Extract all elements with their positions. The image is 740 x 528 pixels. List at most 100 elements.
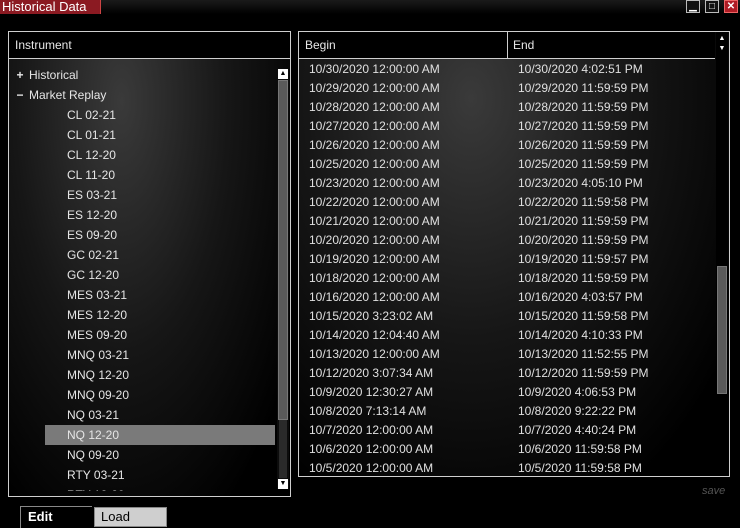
table-row[interactable]: 10/26/2020 12:00:00 AM 10/26/2020 11:59:5… (299, 136, 715, 155)
expand-icon[interactable]: + (15, 65, 25, 85)
maximize-icon[interactable]: □ (705, 0, 719, 13)
tree-item[interactable]: GC 02-21 (9, 245, 275, 265)
table-row[interactable]: 10/6/2020 12:00:00 AM 10/6/2020 11:59:58 … (299, 440, 715, 459)
cell-begin: 10/13/2020 12:00:00 AM (309, 347, 440, 361)
title-bar[interactable]: Historical Data ▁ □ ✕ (0, 0, 740, 14)
instrument-panel: Instrument + Historical − Market Replay CL 0… (8, 31, 291, 497)
cell-begin: 10/15/2020 3:23:02 AM (309, 309, 434, 323)
minimize-icon[interactable]: ▁ (686, 0, 700, 13)
cell-end: 10/14/2020 4:10:33 PM (518, 328, 643, 342)
tree-item[interactable]: ES 09-20 (9, 225, 275, 245)
table-scroll-thumb[interactable] (717, 266, 727, 394)
table-row[interactable]: 10/16/2020 12:00:00 AM 10/16/2020 4:03:57… (299, 288, 715, 307)
cell-end: 10/12/2020 11:59:59 PM (518, 366, 649, 380)
cell-end: 10/25/2020 11:59:59 PM (518, 157, 649, 171)
table-row[interactable]: 10/22/2020 12:00:00 AM 10/22/2020 11:59:5… (299, 193, 715, 212)
cell-end: 10/23/2020 4:05:10 PM (518, 176, 643, 190)
table-row[interactable]: 10/19/2020 12:00:00 AM 10/19/2020 11:59:5… (299, 250, 715, 269)
tree-item[interactable]: MNQ 03-21 (9, 345, 275, 365)
tree-item[interactable]: ES 12-20 (9, 205, 275, 225)
tree-item[interactable]: MES 03-21 (9, 285, 275, 305)
tree-item-label: GC 12-20 (67, 268, 120, 282)
tree-item-label: ES 12-20 (67, 208, 118, 222)
cell-end: 10/20/2020 11:59:59 PM (518, 233, 649, 247)
table-row[interactable]: 10/7/2020 12:00:00 AM 10/7/2020 4:40:24 P… (299, 421, 715, 440)
close-icon[interactable]: ✕ (724, 0, 738, 13)
table-row[interactable]: 10/25/2020 12:00:00 AM 10/25/2020 11:59:5… (299, 155, 715, 174)
cell-end: 10/15/2020 11:59:58 PM (518, 309, 649, 323)
tree-item-label: NQ 03-21 (67, 408, 120, 422)
scroll-down-arrow-icon[interactable]: ▼ (278, 479, 288, 489)
tree-item-label: ES 03-21 (67, 188, 118, 202)
tree-item[interactable]: MNQ 12-20 (9, 365, 275, 385)
data-table-panel: Begin End 10/30/2020 12:00:00 AM 10/30/20… (298, 31, 730, 477)
cell-end: 10/5/2020 11:59:58 PM (518, 461, 642, 475)
cell-begin: 10/22/2020 12:00:00 AM (309, 195, 440, 209)
tree-item-label: CL 01-21 (67, 128, 116, 142)
tree-item[interactable]: ES 03-21 (9, 185, 275, 205)
tree-item[interactable]: + Historical (9, 65, 275, 85)
window-title: Historical Data (0, 0, 101, 14)
tree-item[interactable]: CL 12-20 (9, 145, 275, 165)
tree-item[interactable]: GC 12-20 (9, 265, 275, 285)
sort-down-arrow-icon[interactable]: ▼ (717, 44, 727, 53)
tree-item[interactable]: NQ 03-21 (9, 405, 275, 425)
cell-begin: 10/25/2020 12:00:00 AM (309, 157, 440, 171)
tree-item[interactable]: CL 01-21 (9, 125, 275, 145)
table-row[interactable]: 10/15/2020 3:23:02 AM 10/15/2020 11:59:58… (299, 307, 715, 326)
cell-begin: 10/9/2020 12:30:27 AM (309, 385, 434, 399)
instrument-column-header[interactable]: Instrument (9, 32, 72, 58)
cell-end: 10/18/2020 11:59:59 PM (518, 271, 649, 285)
cell-begin: 10/23/2020 12:00:00 AM (309, 176, 440, 190)
tree-item-label: CL 02-21 (67, 108, 116, 122)
table-row[interactable]: 10/18/2020 12:00:00 AM 10/18/2020 11:59:5… (299, 269, 715, 288)
tree-item[interactable]: − Market Replay (9, 85, 275, 105)
save-link[interactable]: save (702, 485, 725, 497)
table-row[interactable]: 10/21/2020 12:00:00 AM 10/21/2020 11:59:5… (299, 212, 715, 231)
cell-begin: 10/21/2020 12:00:00 AM (309, 214, 440, 228)
cell-begin: 10/28/2020 12:00:00 AM (309, 100, 440, 114)
tab-edit[interactable]: Edit (20, 506, 92, 528)
table-row[interactable]: 10/5/2020 12:00:00 AM 10/5/2020 11:59:58 … (299, 459, 715, 476)
tree-item-label: Market Replay (29, 88, 107, 102)
cell-begin: 10/18/2020 12:00:00 AM (309, 271, 440, 285)
table-row[interactable]: 10/12/2020 3:07:34 AM 10/12/2020 11:59:59… (299, 364, 715, 383)
tree-item[interactable]: NQ 09-20 (9, 445, 275, 465)
tab-load[interactable]: Load (94, 507, 167, 527)
tree-item[interactable]: CL 11-20 (9, 165, 275, 185)
tree-item-label: MNQ 12-20 (67, 368, 130, 382)
scroll-thumb[interactable] (278, 80, 288, 420)
table-row[interactable]: 10/9/2020 12:30:27 AM 10/9/2020 4:06:53 P… (299, 383, 715, 402)
tree-item[interactable]: RTY 12-20 (9, 485, 275, 491)
tree-item[interactable]: CL 02-21 (9, 105, 275, 125)
tree-item[interactable]: MNQ 09-20 (9, 385, 275, 405)
cell-end: 10/8/2020 9:22:22 PM (518, 404, 637, 418)
collapse-icon[interactable]: − (15, 85, 25, 105)
tree-item[interactable]: MES 09-20 (9, 325, 275, 345)
table-row[interactable]: 10/27/2020 12:00:00 AM 10/27/2020 11:59:5… (299, 117, 715, 136)
table-row[interactable]: 10/14/2020 12:04:40 AM 10/14/2020 4:10:33… (299, 326, 715, 345)
column-header-begin[interactable]: Begin (299, 32, 507, 58)
table-body: 10/30/2020 12:00:00 AM 10/30/2020 4:02:51… (299, 60, 715, 476)
tree-item-label: Historical (29, 68, 79, 82)
table-row[interactable]: 10/28/2020 12:00:00 AM 10/28/2020 11:59:5… (299, 98, 715, 117)
instrument-scrollbar[interactable]: ▲ ▼ (277, 69, 289, 489)
cell-begin: 10/27/2020 12:00:00 AM (309, 119, 440, 133)
sort-up-arrow-icon[interactable]: ▲ (717, 34, 727, 43)
tree-item-label: MES 12-20 (67, 308, 128, 322)
tree-item[interactable]: NQ 12-20 (9, 425, 275, 445)
tree-item[interactable]: MES 12-20 (9, 305, 275, 325)
cell-begin: 10/8/2020 7:13:14 AM (309, 404, 427, 418)
scroll-up-arrow-icon[interactable]: ▲ (278, 69, 288, 79)
table-row[interactable]: 10/13/2020 12:00:00 AM 10/13/2020 11:52:5… (299, 345, 715, 364)
table-row[interactable]: 10/29/2020 12:00:00 AM 10/29/2020 11:59:5… (299, 79, 715, 98)
cell-end: 10/6/2020 11:59:58 PM (518, 442, 642, 456)
table-row[interactable]: 10/23/2020 12:00:00 AM 10/23/2020 4:05:10… (299, 174, 715, 193)
cell-begin: 10/20/2020 12:00:00 AM (309, 233, 440, 247)
table-row[interactable]: 10/20/2020 12:00:00 AM 10/20/2020 11:59:5… (299, 231, 715, 250)
table-row[interactable]: 10/8/2020 7:13:14 AM 10/8/2020 9:22:22 PM (299, 402, 715, 421)
column-header-end[interactable]: End (507, 32, 715, 58)
tree-item[interactable]: RTY 03-21 (9, 465, 275, 485)
table-row[interactable]: 10/30/2020 12:00:00 AM 10/30/2020 4:02:51… (299, 60, 715, 79)
table-scrollbar[interactable]: ▲ ▼ (716, 32, 728, 476)
